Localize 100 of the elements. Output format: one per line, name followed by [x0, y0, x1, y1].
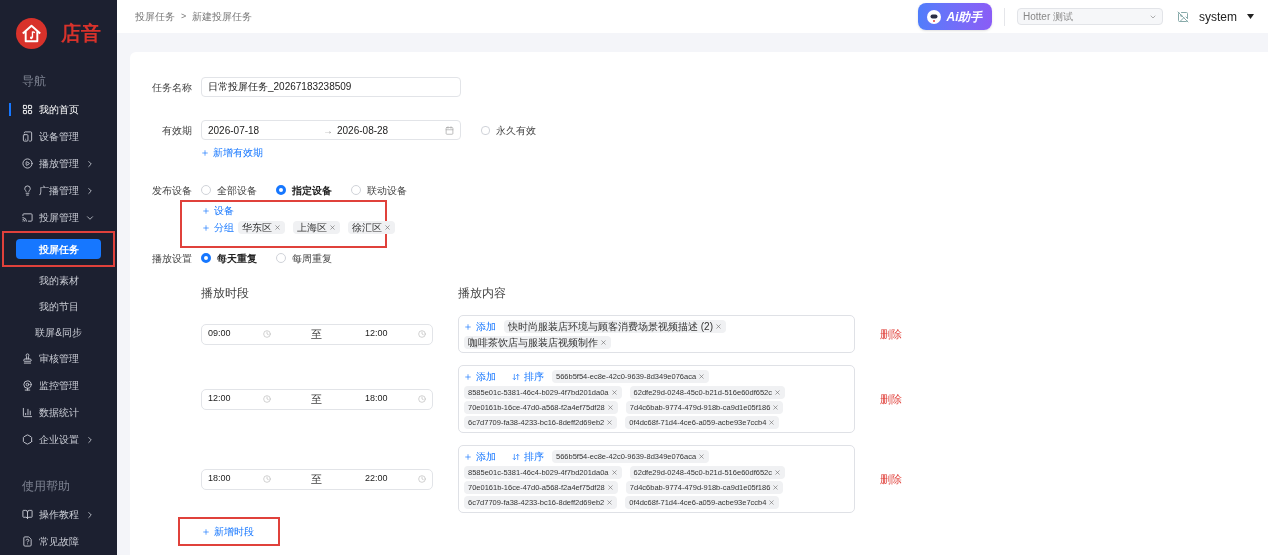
content-field[interactable] [458, 445, 855, 513]
radio-label: 每天重复 [217, 251, 257, 266]
clock-icon [418, 330, 426, 338]
clock-icon [418, 395, 426, 403]
broken-image-icon [1177, 10, 1189, 23]
sort-link[interactable]: 排序 [512, 369, 544, 384]
close-icon[interactable] [274, 224, 281, 231]
sidebar-item[interactable]: 我的首页 [0, 96, 117, 123]
sidebar-item[interactable]: 播放管理 [0, 150, 117, 177]
content-field[interactable]: 添加 快时尚服装店环境与顾客消费场景视频描述 (2) 咖啡茶饮店与服装店视频制作 [458, 315, 855, 353]
close-icon[interactable] [698, 373, 706, 380]
tag: 咖啡茶饮店与服装店视频制作 [464, 336, 611, 349]
breadcrumb-link[interactable]: 投屏任务 [135, 9, 175, 24]
clock-icon [263, 395, 271, 403]
sidebar-subitem[interactable]: 我的节目 [14, 296, 103, 316]
hexagon-icon [22, 434, 33, 445]
store-select[interactable]: Hotter 测试 [1017, 8, 1163, 25]
close-icon[interactable] [768, 499, 776, 506]
start-time: 12:00 [208, 392, 232, 406]
sidebar-item[interactable]: 监控管理 [0, 372, 117, 399]
radio-label: 指定设备 [292, 183, 332, 198]
active-indicator [9, 103, 11, 116]
grid-icon [22, 104, 33, 115]
close-icon[interactable] [774, 469, 781, 476]
radio[interactable] [201, 253, 211, 263]
sidebar-item[interactable]: 操作教程 [0, 501, 117, 528]
time-range-field[interactable]: 18:00 至 22:00 [201, 468, 433, 490]
tag: 华东区 [238, 221, 285, 234]
close-icon[interactable] [600, 339, 607, 346]
end-time: 12:00 [365, 327, 389, 341]
sidebar-item[interactable]: 设备管理 [0, 123, 117, 150]
logo-icon [16, 17, 47, 49]
add-content-link[interactable]: 添加 [464, 319, 496, 334]
start-date: 2026-07-18 [208, 123, 261, 138]
end-time: 22:00 [365, 472, 389, 486]
add-content-link[interactable]: 添加 [464, 369, 496, 384]
time-range-field[interactable]: 12:00 至 18:00 [201, 388, 433, 410]
close-icon[interactable] [610, 469, 618, 476]
delete-link[interactable]: 删除 [880, 470, 902, 488]
caret-icon[interactable] [1247, 14, 1254, 19]
range-separator: 至 [311, 326, 323, 342]
field-label: 发布设备 [151, 183, 192, 198]
ai-assistant-button[interactable]: Ai助手 [918, 3, 992, 30]
plus-icon [464, 452, 472, 461]
task-name-field[interactable]: 日常投屏任务_20267183238509 [201, 77, 461, 97]
sidebar-item[interactable]: 数据统计 [0, 399, 117, 426]
sidebar-item[interactable]: 审核管理 [0, 345, 117, 372]
checkbox[interactable] [481, 125, 490, 135]
app-name: 店音 [61, 21, 101, 46]
sidebar-subitem[interactable]: 联屏&同步 [14, 322, 103, 342]
close-icon[interactable] [329, 224, 336, 231]
sort-link[interactable]: 排序 [512, 449, 544, 464]
field-label: 播放设置 [151, 251, 192, 266]
sidebar-item[interactable]: 常见故障 [0, 528, 117, 555]
clock-icon [263, 330, 271, 338]
radio-label: 全部设备 [217, 183, 257, 198]
close-icon[interactable] [610, 389, 618, 396]
time-range-field[interactable]: 09:00 至 12:00 [201, 323, 433, 345]
close-icon[interactable] [772, 484, 780, 491]
date-range-field[interactable]: 2026-07-18 → 2026-08-28 [201, 120, 461, 140]
add-target-link[interactable]: 分组 [202, 220, 234, 235]
close-icon[interactable] [606, 484, 614, 491]
range-separator: 至 [311, 471, 323, 487]
close-icon[interactable] [384, 224, 391, 231]
close-icon[interactable] [772, 404, 780, 411]
add-validity-link[interactable]: 新增有效期 [201, 145, 263, 160]
add-period-link[interactable]: 新增时段 [202, 524, 254, 539]
stamp-icon [22, 353, 33, 364]
close-icon[interactable] [768, 419, 776, 426]
bulb-icon [22, 185, 33, 196]
radio-label: 每周重复 [292, 251, 332, 266]
add-target-link[interactable]: 设备 [202, 203, 234, 218]
close-icon[interactable] [698, 453, 706, 460]
plus-icon [202, 527, 210, 536]
delete-link[interactable]: 删除 [880, 390, 902, 408]
close-icon[interactable] [606, 419, 614, 426]
close-icon[interactable] [606, 404, 614, 411]
delete-link[interactable]: 删除 [880, 325, 902, 343]
webcam-icon [22, 380, 33, 391]
sidebar-item[interactable]: 企业设置 [0, 426, 117, 453]
sidebar-item[interactable]: 投屏管理 [0, 204, 117, 231]
content-field[interactable] [458, 365, 855, 433]
close-icon[interactable] [774, 389, 781, 396]
section-heading: 播放内容 [458, 285, 506, 302]
sidebar-subitem[interactable]: 投屏任务 [16, 239, 101, 259]
bar-chart-icon [22, 407, 33, 418]
radio[interactable] [276, 185, 286, 195]
close-icon[interactable] [715, 323, 722, 330]
plus-icon [201, 148, 209, 157]
user-name[interactable]: system [1199, 7, 1237, 26]
end-date: 2026-08-28 [337, 123, 390, 138]
sidebar-subitem[interactable]: 我的素材 [14, 270, 103, 290]
end-time: 18:00 [365, 392, 389, 406]
sort-icon [512, 372, 520, 381]
plus-icon [464, 372, 472, 381]
add-content-link[interactable]: 添加 [464, 449, 496, 464]
close-icon[interactable] [606, 499, 614, 506]
sidebar-item[interactable]: 广播管理 [0, 177, 117, 204]
play-icon [22, 158, 33, 169]
tag: 上海区 [293, 221, 340, 234]
